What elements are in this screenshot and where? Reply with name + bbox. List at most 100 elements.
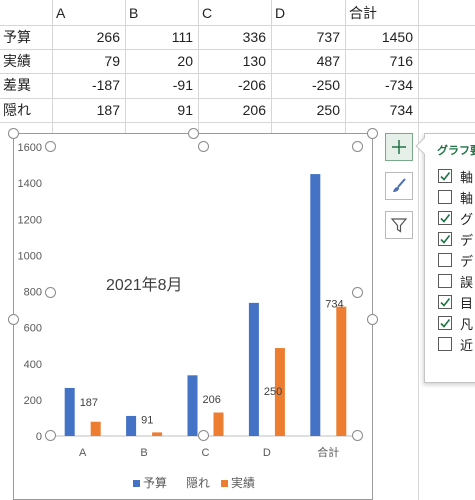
column-header-c[interactable]: C: [198, 1, 271, 25]
plot-area-handle[interactable]: [45, 141, 56, 152]
checkbox[interactable]: [438, 337, 452, 351]
plus-icon: [392, 140, 406, 154]
flyout-item-label: 誤: [460, 274, 474, 290]
flyout-item-data-table[interactable]: デ: [438, 251, 473, 269]
y-tick-label: 400: [24, 359, 42, 371]
flyout-item-gridlines[interactable]: 目: [438, 293, 473, 311]
flyout-item-data-labels[interactable]: デ: [438, 230, 473, 248]
legend-marker-budget: [133, 480, 140, 487]
flyout-item-axes[interactable]: 軸: [438, 167, 473, 185]
funnel-icon: [390, 218, 408, 233]
chart-styles-button[interactable]: [385, 172, 413, 200]
flyout-item-trendline[interactable]: 近: [438, 335, 473, 353]
bar-budget: [310, 174, 321, 436]
legend-marker-actual: [221, 480, 228, 487]
checkbox[interactable]: [438, 169, 452, 183]
bar-budget: [187, 375, 198, 436]
table-cell[interactable]: 20: [125, 49, 198, 73]
row-label-variance[interactable]: 差異: [0, 73, 52, 97]
flyout-item-legend[interactable]: 凡: [438, 314, 473, 332]
column-header-b[interactable]: B: [125, 1, 198, 25]
y-tick-label: 1200: [18, 214, 42, 226]
row-label-actual[interactable]: 実績: [0, 49, 52, 73]
check-icon: [440, 235, 451, 244]
table-cell[interactable]: 79: [52, 49, 125, 73]
check-icon: [440, 319, 451, 328]
x-tick-label: A: [79, 447, 87, 459]
plot-area-handle[interactable]: [45, 430, 56, 441]
chart-filters-button[interactable]: [385, 211, 413, 239]
row-label-budget[interactable]: 予算: [0, 25, 52, 49]
flyout-item-error-bars[interactable]: 誤: [438, 272, 473, 290]
row-label-hidden[interactable]: 隠れ: [0, 98, 52, 122]
table-cell[interactable]: 737: [271, 25, 345, 49]
table-cell[interactable]: 206: [198, 98, 271, 122]
bar-actual: [336, 306, 347, 436]
table-cell[interactable]: 734: [345, 98, 418, 122]
table-cell[interactable]: -91: [125, 73, 198, 97]
y-tick-label: 1000: [18, 250, 42, 262]
checkbox[interactable]: [438, 190, 452, 204]
flyout-item-axis-titles[interactable]: 軸: [438, 188, 473, 206]
flyout-item-label: 軸: [460, 169, 474, 185]
resize-handle-right[interactable]: [367, 314, 378, 325]
plot-area-handle[interactable]: [352, 287, 363, 298]
table-cell[interactable]: 716: [345, 49, 418, 73]
legend-label-hidden: 隠れ: [186, 476, 210, 490]
resize-handle-left[interactable]: [8, 314, 19, 325]
table-cell[interactable]: 111: [125, 25, 198, 49]
plot-area-handle[interactable]: [352, 141, 363, 152]
plot-area-handle[interactable]: [352, 430, 363, 441]
table-cell[interactable]: 250: [271, 98, 345, 122]
chart-elements-button[interactable]: [385, 133, 413, 161]
flyout-item-label: 目: [460, 295, 474, 311]
brush-icon: [393, 178, 406, 192]
table-cell[interactable]: -250: [271, 73, 345, 97]
table-cell[interactable]: -206: [198, 73, 271, 97]
data-label-hidden: 734: [325, 298, 343, 310]
column-header-total[interactable]: 合計: [345, 1, 418, 25]
bar-actual: [152, 432, 163, 436]
table-cell[interactable]: 130: [198, 49, 271, 73]
table-cell[interactable]: 266: [52, 25, 125, 49]
table-cell[interactable]: 1450: [345, 25, 418, 49]
table-cell[interactable]: 91: [125, 98, 198, 122]
table-cell[interactable]: -187: [52, 73, 125, 97]
flyout-item-chart-title[interactable]: グ: [438, 209, 473, 227]
y-tick-label: 1600: [18, 142, 42, 154]
legend-label-actual: 実績: [231, 475, 255, 490]
column-header-a[interactable]: A: [52, 1, 125, 25]
table-cell[interactable]: 336: [198, 25, 271, 49]
resize-handle-top-left[interactable]: [8, 128, 19, 139]
y-tick-label: 600: [24, 323, 42, 335]
checkbox[interactable]: [438, 253, 452, 267]
check-icon: [440, 214, 451, 223]
checkbox[interactable]: [438, 232, 452, 246]
flyout-item-label: 軸: [460, 190, 474, 206]
embedded-chart[interactable]: 0 200 400 600 800 1000 1200 1400 1600 187 A 91 B 206 C…: [13, 133, 373, 500]
x-tick-label: C: [202, 447, 210, 459]
check-icon: [440, 298, 451, 307]
table-cell[interactable]: -734: [345, 73, 418, 97]
y-tick-label: 1400: [18, 178, 42, 190]
chart-title[interactable]: 2021年8月: [106, 271, 183, 295]
data-label-hidden: 206: [203, 394, 221, 406]
bar-actual: [213, 412, 224, 436]
table-cell[interactable]: 187: [52, 98, 125, 122]
checkbox[interactable]: [438, 274, 452, 288]
y-tick-label: 0: [36, 431, 42, 443]
checkbox[interactable]: [438, 211, 452, 225]
plot-area-handle[interactable]: [45, 287, 56, 298]
column-header-d[interactable]: D: [271, 1, 345, 25]
y-tick-label: 200: [24, 395, 42, 407]
resize-handle-top[interactable]: [188, 128, 199, 139]
chart-elements-flyout: グラフ要 軸 軸 グ デ デ 誤 目 凡 近: [424, 133, 475, 383]
grid-line: [418, 0, 419, 500]
checkbox[interactable]: [438, 295, 452, 309]
checkbox[interactable]: [438, 316, 452, 330]
resize-handle-top-right[interactable]: [367, 128, 378, 139]
plot-area-handle[interactable]: [198, 430, 209, 441]
plot-area-handle[interactable]: [198, 141, 209, 152]
bar-budget: [248, 302, 259, 436]
table-cell[interactable]: 487: [271, 49, 345, 73]
